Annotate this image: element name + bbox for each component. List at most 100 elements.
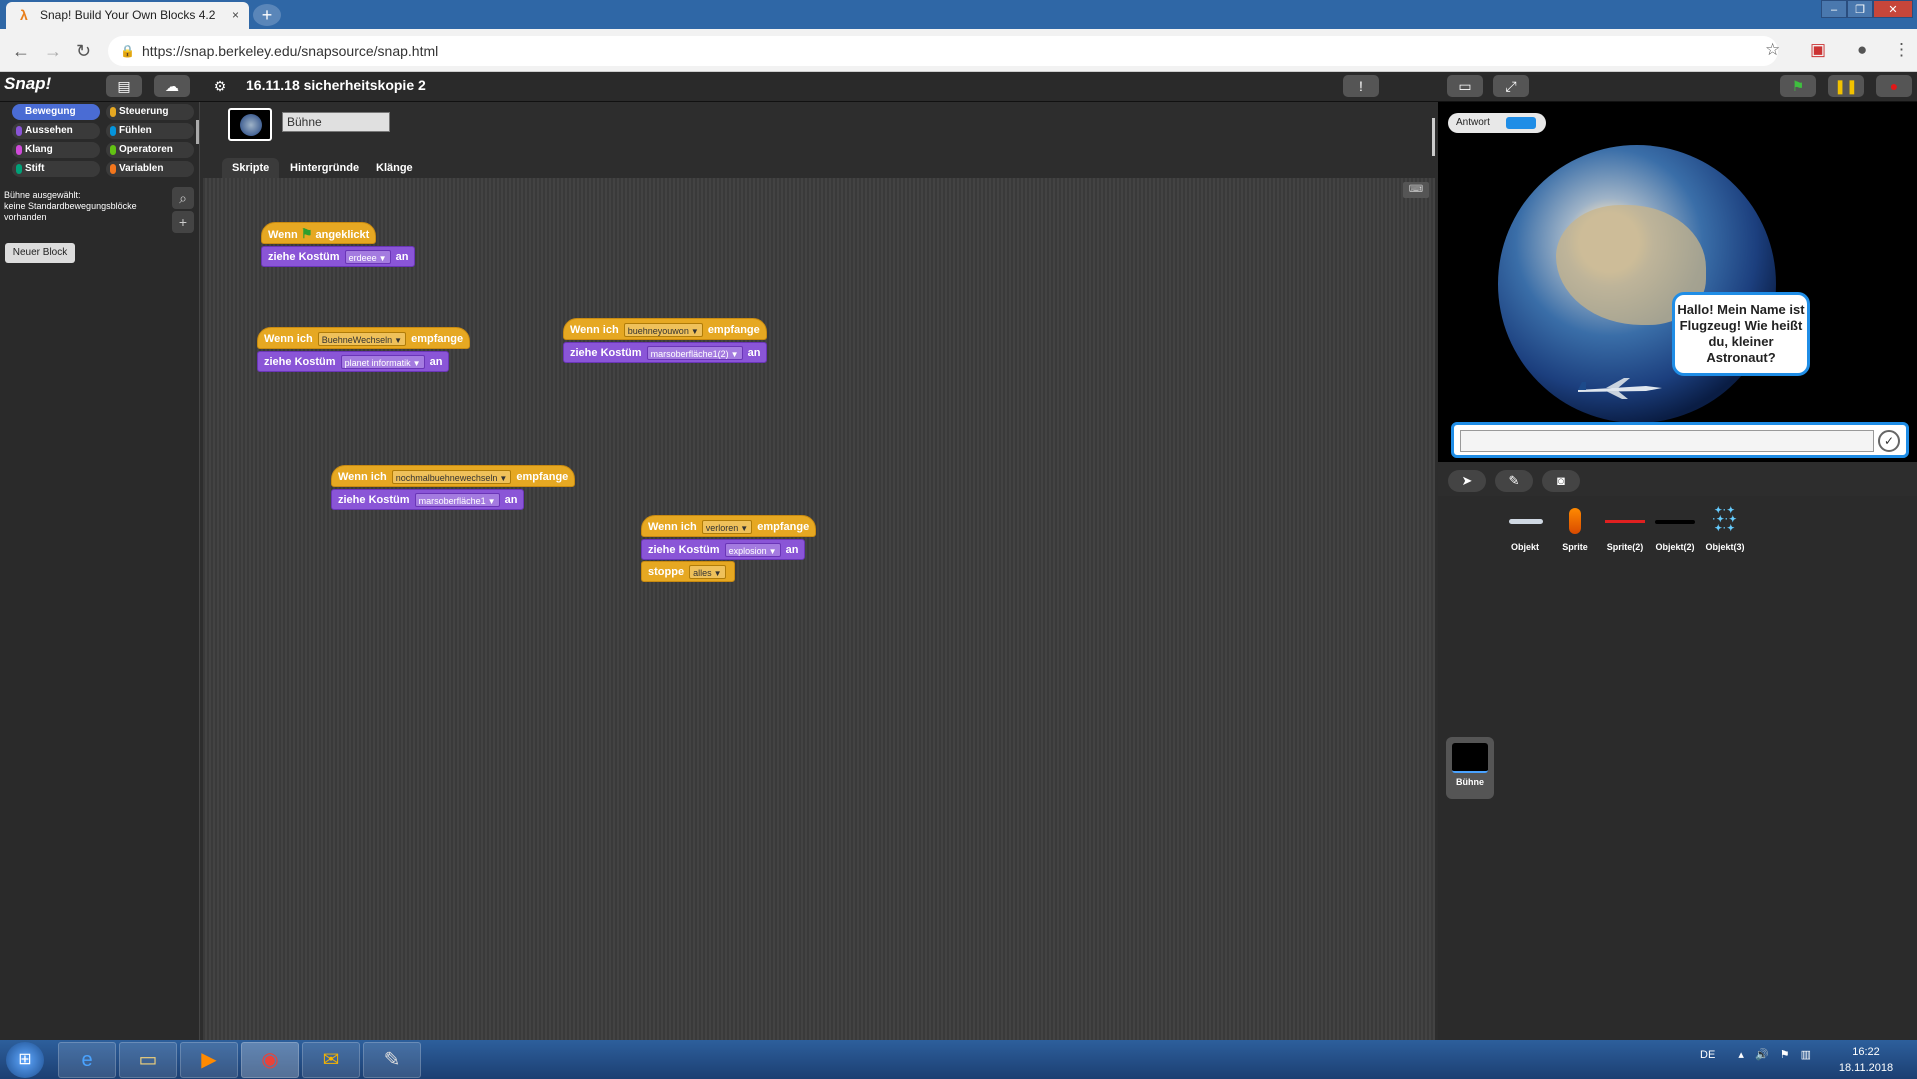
tab-scripts[interactable]: Skripte	[222, 158, 280, 178]
camera-icon[interactable]: ◙	[1542, 470, 1580, 492]
sprite-tile[interactable]: Objekt(2)	[1651, 506, 1699, 552]
costume-dropdown[interactable]: marsoberfläche1 ▼	[414, 493, 500, 508]
category-label: Klang	[25, 144, 53, 155]
normal-stage-icon[interactable]: ▭	[1447, 75, 1483, 97]
reload-icon[interactable]: ↻	[76, 41, 91, 62]
paint-brush-icon[interactable]: ✎	[1495, 470, 1533, 492]
ask-ok-button[interactable]: ✓	[1878, 430, 1900, 452]
volume-icon[interactable]: 🔊	[1755, 1049, 1769, 1061]
sprite-name-field[interactable]: Bühne	[282, 112, 390, 132]
cloud-icon[interactable]: ☁	[154, 75, 190, 97]
back-icon[interactable]: ←	[12, 41, 30, 62]
stage-tile[interactable]: Bühne	[1446, 737, 1494, 799]
tab-sounds[interactable]: Klänge	[366, 158, 423, 178]
switch-costume-block[interactable]: ziehe Kostüm marsoberfläche1 ▼ an	[331, 489, 525, 510]
tab-close-icon[interactable]: ×	[232, 2, 239, 29]
media-player-icon[interactable]: ▶	[180, 1042, 238, 1078]
snap-logo[interactable]: Snap!	[4, 74, 51, 94]
stop-option-dropdown[interactable]: alles ▼	[689, 565, 726, 580]
keyboard-icon[interactable]: ⌨	[1403, 182, 1429, 198]
internet-explorer-icon[interactable]: e	[58, 1042, 116, 1078]
when-i-receive-block[interactable]: Wenn ich verloren ▼ empfange	[641, 515, 817, 537]
chrome-icon[interactable]: ◉	[241, 1042, 299, 1078]
when-i-receive-block[interactable]: Wenn ich nochmalbuehnewechseln ▼ empfange	[331, 465, 576, 487]
forward-icon[interactable]: →	[44, 41, 62, 62]
category-label: Bewegung	[25, 106, 76, 117]
category-aussehen[interactable]: Aussehen	[12, 123, 100, 139]
file-explorer-icon[interactable]: ▭	[119, 1042, 177, 1078]
switch-costume-block[interactable]: ziehe Kostüm explosion ▼ an	[641, 539, 806, 560]
system-tray[interactable]: DE ▴ 🔊 ⚑ ▥	[1700, 1048, 1811, 1061]
paint-icon[interactable]: ✎	[363, 1042, 421, 1078]
url-field[interactable]: 🔒 https://snap.berkeley.edu/snapsource/s…	[108, 36, 1778, 66]
tab-backdrops[interactable]: Hintergründe	[280, 158, 369, 178]
costume-dropdown[interactable]: erdeee ▼	[344, 250, 391, 265]
green-flag-icon[interactable]: ⚑	[1780, 75, 1816, 97]
category-klang[interactable]: Klang	[12, 142, 100, 158]
browser-tab[interactable]: λ Snap! Build Your Own Blocks 4.2 ×	[6, 2, 249, 29]
message-dropdown[interactable]: verloren ▼	[701, 520, 753, 535]
category-operatoren[interactable]: Operatoren	[106, 142, 194, 158]
turtle-sprite-icon[interactable]: ➤	[1448, 470, 1486, 492]
new-block-button[interactable]: Neuer Block	[5, 243, 75, 263]
profile-icon[interactable]: ●	[1857, 40, 1867, 60]
dropdown-arrow-icon: ▼	[768, 547, 777, 557]
category-variablen[interactable]: Variablen	[106, 161, 194, 177]
airplane-sprite[interactable]	[1576, 376, 1666, 400]
message-dropdown[interactable]: BuehneWechseln ▼	[317, 332, 407, 347]
costume-dropdown[interactable]: planet informatik ▼	[340, 355, 425, 370]
slot-value: marsoberfläche1	[418, 496, 486, 507]
earth-icon	[240, 114, 262, 136]
sprite-tile[interactable]: Sprite	[1551, 506, 1599, 552]
switch-costume-block[interactable]: ziehe Kostüm planet informatik ▼ an	[257, 351, 450, 372]
stop-icon[interactable]: ●	[1876, 75, 1912, 97]
outlook-icon[interactable]: ✉	[302, 1042, 360, 1078]
close-window-button[interactable]: ✕	[1873, 0, 1913, 18]
category-steuerung[interactable]: Steuerung	[106, 104, 194, 120]
ask-answer-input[interactable]	[1460, 430, 1874, 452]
bookmark-star-icon[interactable]: ☆	[1765, 40, 1780, 60]
when-i-receive-block[interactable]: Wenn ich BuehneWechseln ▼ empfange	[257, 327, 471, 349]
switch-costume-block[interactable]: ziehe Kostüm marsoberfläche1(2) ▼ an	[563, 342, 768, 363]
message-dropdown[interactable]: nochmalbuehnewechseln ▼	[391, 470, 512, 485]
block-text: ziehe Kostüm	[264, 356, 336, 368]
settings-gear-icon[interactable]: ⚙	[202, 75, 238, 97]
block-text: Wenn	[268, 229, 298, 241]
costume-dropdown[interactable]: explosion ▼	[724, 543, 781, 558]
palette-scrollbar[interactable]	[196, 120, 199, 144]
chrome-menu-icon[interactable]: ⋮	[1893, 40, 1910, 60]
category-bewegung[interactable]: Bewegung	[12, 104, 100, 120]
scripts-scrollbar[interactable]	[1432, 118, 1435, 156]
fullscreen-icon[interactable]: ⤢	[1493, 75, 1529, 97]
tray-arrow-icon[interactable]: ▴	[1738, 1049, 1744, 1061]
costume-dropdown[interactable]: marsoberfläche1(2) ▼	[646, 346, 743, 361]
message-dropdown[interactable]: buehneyouwon ▼	[623, 323, 703, 338]
make-block-plus-icon[interactable]: +	[172, 211, 194, 233]
answer-watcher[interactable]: Antwort	[1448, 113, 1546, 133]
stage-size-icon[interactable]: !	[1343, 75, 1379, 97]
scripts-area[interactable]	[203, 178, 1435, 1040]
maximize-button[interactable]: ❐	[1847, 0, 1873, 18]
url-text: https://snap.berkeley.edu/snapsource/sna…	[142, 43, 439, 59]
taskbar-clock[interactable]: 16:22 18.11.2018	[1826, 1044, 1906, 1076]
file-icon[interactable]: ▤	[106, 75, 142, 97]
stage-thumbnail	[228, 108, 272, 141]
network-icon[interactable]: ▥	[1801, 1049, 1811, 1061]
action-center-icon[interactable]: ⚑	[1780, 1049, 1790, 1061]
stop-all-block[interactable]: stoppe alles ▼	[641, 561, 735, 582]
switch-costume-block[interactable]: ziehe Kostüm erdeee ▼ an	[261, 246, 416, 267]
sprite-tile[interactable]: Objekt	[1501, 506, 1549, 552]
when-flag-clicked-block[interactable]: Wenn ⚑ angeklickt	[261, 222, 377, 244]
when-i-receive-block[interactable]: Wenn ich buehneyouwon ▼ empfange	[563, 318, 767, 340]
pause-icon[interactable]: ❚❚	[1828, 75, 1864, 97]
language-indicator[interactable]: DE	[1700, 1049, 1715, 1061]
sprite-tile[interactable]: Sprite(2)	[1601, 506, 1649, 552]
extension-icon[interactable]: ▣	[1810, 40, 1826, 60]
start-button[interactable]: ⊞	[6, 1042, 44, 1078]
minimize-button[interactable]: –	[1821, 0, 1847, 18]
category-fühlen[interactable]: Fühlen	[106, 123, 194, 139]
sprite-tile[interactable]: ✦·✦ ·✦·✦ ✦·✦ Objekt(3)	[1701, 506, 1749, 553]
category-stift[interactable]: Stift	[12, 161, 100, 177]
search-blocks-icon[interactable]: ⌕	[172, 187, 194, 209]
new-tab-button[interactable]: +	[253, 4, 281, 26]
